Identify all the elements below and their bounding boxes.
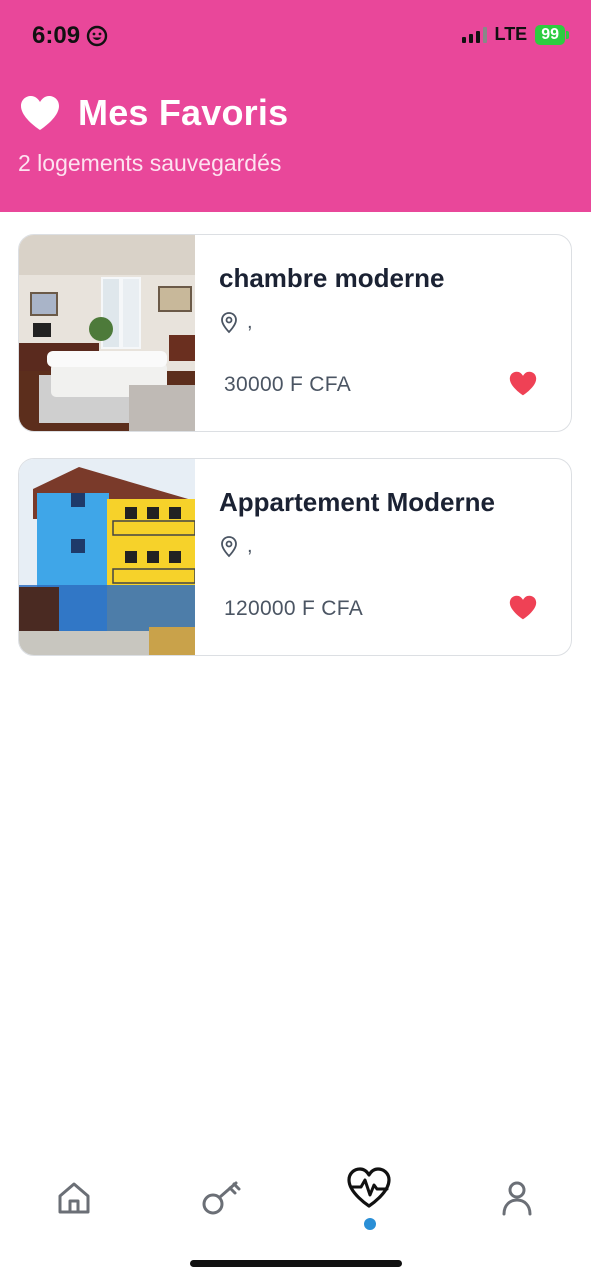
nav-home[interactable] [54,1178,94,1223]
status-right: LTE 99 [461,24,569,45]
status-time-group: 6:09 [32,22,108,50]
favorite-button[interactable] [509,595,537,625]
page-subtitle: 2 logements sauvegardés [18,150,282,176]
network-label: LTE [494,24,528,44]
home-icon [58,1182,90,1214]
status-bar: 6:09 LTE 99 [0,0,591,70]
listing-name: Appartement Moderne [219,487,495,517]
listing-location: , [221,535,253,558]
location-pin-icon [221,311,237,333]
smiley-icon [86,25,108,47]
listing-location: , [221,311,253,334]
location-text: , [247,311,253,333]
nav-rentals[interactable] [200,1178,244,1223]
favorite-card[interactable]: Appartement Moderne , 120000 F CFA [18,458,572,656]
status-time: 6:09 [32,22,81,49]
nav-active-indicator [364,1218,376,1230]
heart-pulse-icon [347,1167,391,1208]
nav-profile[interactable] [498,1178,536,1223]
location-pin-icon [221,535,237,557]
listing-name: chambre moderne [219,263,445,293]
signal-icon [461,26,487,43]
battery-icon: 99 [535,24,569,45]
page-title: Mes Favoris [78,92,289,133]
location-text: , [247,535,253,557]
bottom-nav [0,1150,591,1280]
battery-level: 99 [541,25,559,43]
key-icon [202,1181,241,1215]
heart-filled-icon [509,371,537,396]
listing-photo [19,459,195,655]
listing-price: 120000 F CFA [224,597,364,620]
favorite-button[interactable] [509,371,537,401]
nav-favorites[interactable] [346,1166,392,1215]
heart-icon [21,96,59,130]
listing-photo [19,235,195,431]
listing-price: 30000 F CFA [224,373,352,396]
title-row: Mes Favoris [20,92,288,134]
favorite-card[interactable]: chambre moderne , 30000 F CFA [18,234,572,432]
home-indicator [190,1260,402,1267]
user-icon [502,1181,532,1216]
heart-filled-icon [509,595,537,620]
header: 6:09 LTE 99 Mes Favoris 2 logements sauv… [0,0,591,212]
